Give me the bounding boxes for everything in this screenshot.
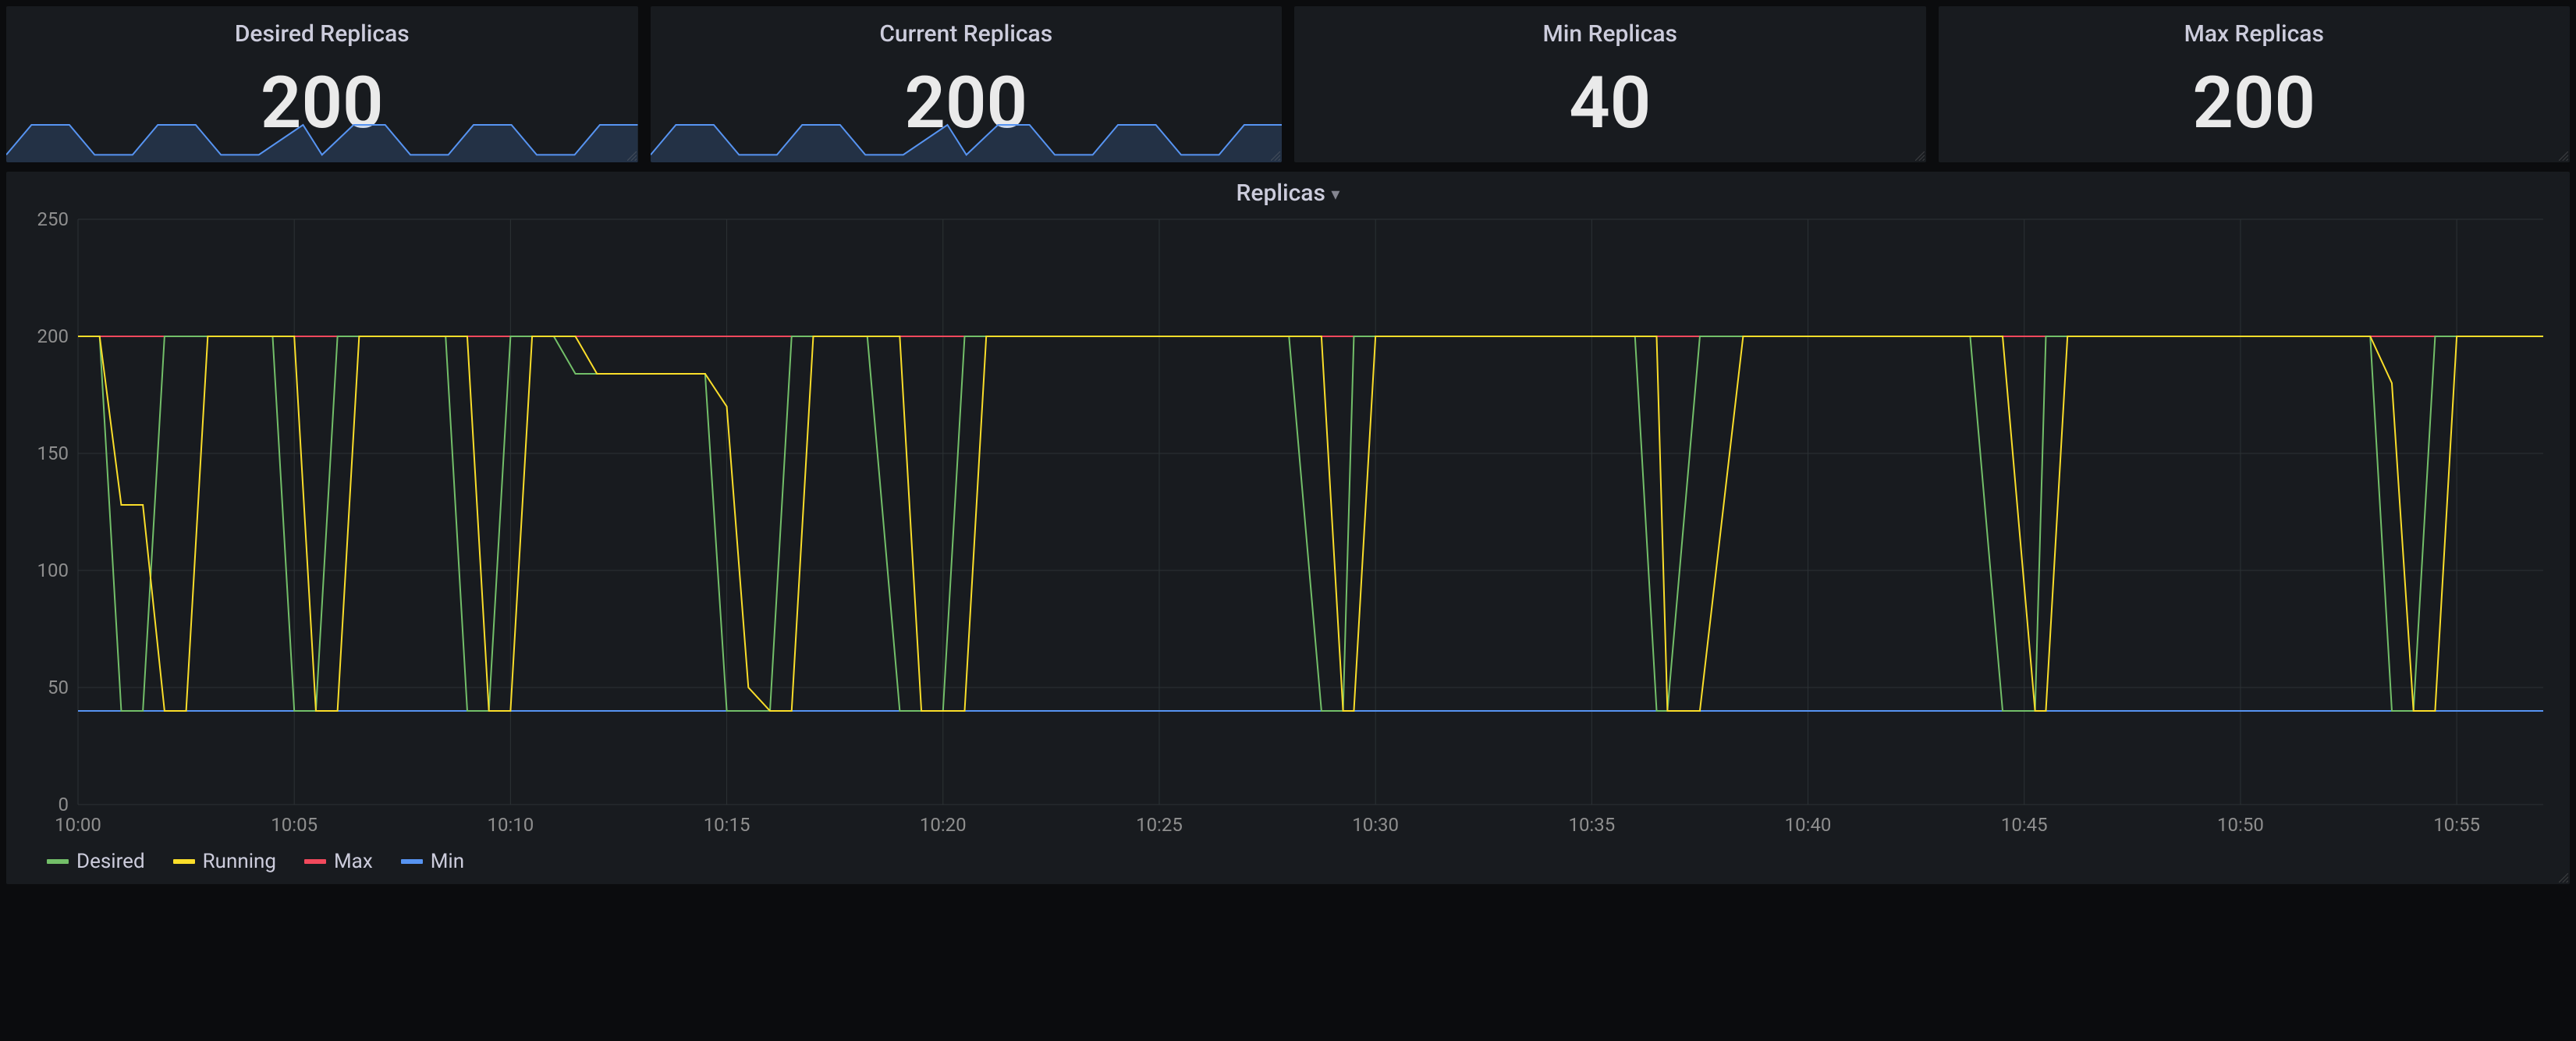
svg-text:50: 50 — [48, 677, 69, 698]
chart-legend: Desired Running Max Min — [17, 844, 2559, 873]
stat-value: 40 — [1294, 68, 1926, 140]
chart-title[interactable]: Replicas ▾ — [17, 179, 2559, 207]
svg-text:250: 250 — [37, 211, 69, 230]
replicas-line-chart[interactable]: 0 50 100 150 200 250 10:00 10:05 10:10 10:15 10:20… — [17, 211, 2559, 844]
svg-text:0: 0 — [59, 794, 69, 815]
legend-swatch — [173, 859, 195, 864]
svg-text:100: 100 — [37, 560, 69, 581]
svg-text:10:30: 10:30 — [1352, 814, 1399, 836]
svg-text:10:10: 10:10 — [488, 814, 534, 836]
legend-item-running[interactable]: Running — [173, 850, 276, 873]
legend-swatch — [47, 859, 69, 864]
resize-handle-icon[interactable] — [1271, 151, 1280, 161]
svg-text:10:40: 10:40 — [1785, 814, 1832, 836]
stat-panel-max-replicas[interactable]: Max Replicas 200 — [1939, 6, 2571, 162]
resize-handle-icon[interactable] — [2559, 873, 2568, 883]
legend-label: Max — [334, 850, 373, 873]
stat-panel-current-replicas[interactable]: Current Replicas 200 — [651, 6, 1283, 162]
svg-text:10:00: 10:00 — [55, 814, 101, 836]
legend-swatch — [304, 859, 326, 864]
legend-label: Running — [203, 850, 276, 873]
svg-text:10:55: 10:55 — [2433, 814, 2480, 836]
svg-text:10:45: 10:45 — [2001, 814, 2048, 836]
legend-swatch — [401, 859, 423, 864]
svg-text:10:50: 10:50 — [2217, 814, 2264, 836]
stat-title: Max Replicas — [1939, 6, 2571, 48]
legend-item-max[interactable]: Max — [304, 850, 373, 873]
stat-title: Min Replicas — [1294, 6, 1926, 48]
resize-handle-icon[interactable] — [2559, 151, 2568, 161]
stat-title: Current Replicas — [651, 6, 1283, 48]
svg-text:10:05: 10:05 — [271, 814, 318, 836]
sparkline — [651, 115, 1283, 162]
resize-handle-icon[interactable] — [627, 151, 637, 161]
stat-value: 200 — [1939, 68, 2571, 140]
svg-text:10:25: 10:25 — [1136, 814, 1183, 836]
svg-text:10:35: 10:35 — [1568, 814, 1615, 836]
resize-handle-icon[interactable] — [1915, 151, 1925, 161]
sparkline — [6, 115, 638, 162]
svg-text:10:15: 10:15 — [704, 814, 750, 836]
chevron-down-icon: ▾ — [1331, 185, 1339, 204]
legend-label: Desired — [76, 850, 145, 873]
svg-text:10:20: 10:20 — [920, 814, 967, 836]
svg-text:150: 150 — [37, 442, 69, 464]
stat-panel-desired-replicas[interactable]: Desired Replicas 200 — [6, 6, 638, 162]
stat-title: Desired Replicas — [6, 6, 638, 48]
legend-item-min[interactable]: Min — [401, 850, 464, 873]
svg-text:200: 200 — [37, 325, 69, 347]
stat-panel-min-replicas[interactable]: Min Replicas 40 — [1294, 6, 1926, 162]
legend-item-desired[interactable]: Desired — [47, 850, 145, 873]
chart-panel-replicas[interactable]: Replicas ▾ 0 50 100 150 200 250 10:00 10:05 10:1… — [6, 172, 2570, 884]
chart-title-text: Replicas — [1237, 179, 1325, 207]
legend-label: Min — [431, 850, 464, 873]
stat-panel-row: Desired Replicas 200 Current Replicas 20… — [6, 6, 2570, 162]
